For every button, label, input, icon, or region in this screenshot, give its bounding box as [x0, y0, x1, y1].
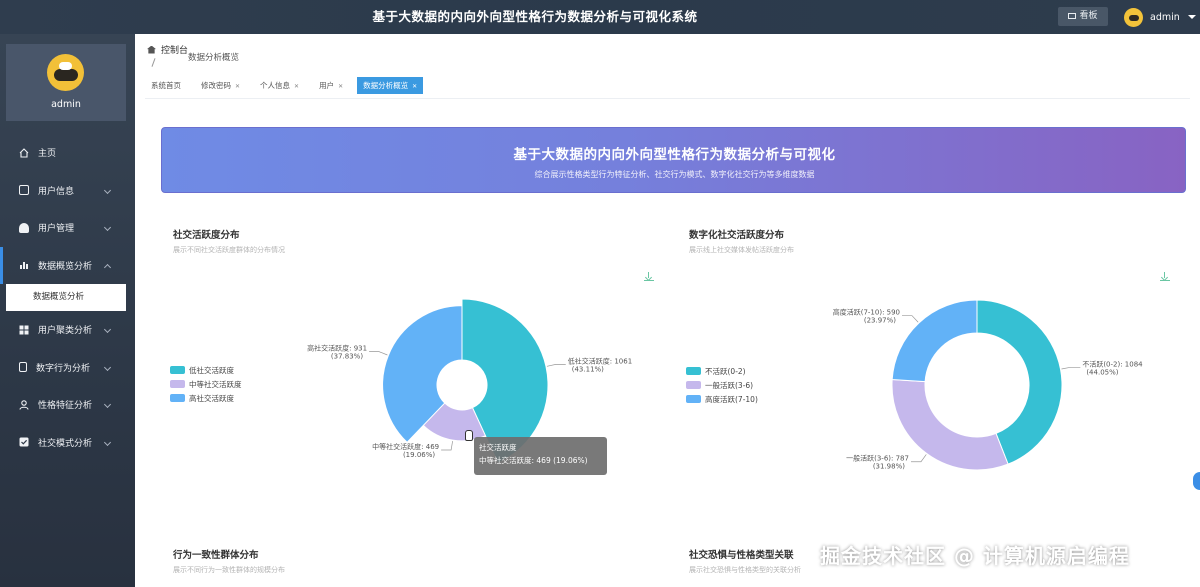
home-icon: [19, 147, 29, 158]
mouse-cursor: [465, 430, 473, 441]
sidebar-item-label: 性格特征分析: [38, 401, 93, 412]
avatar: [1124, 7, 1143, 27]
card-title-digital: 数字化社交活跃度分布: [689, 230, 785, 241]
chevron-down-icon: [103, 400, 112, 409]
label-leader-line: [546, 364, 566, 367]
data-label: 中等社交活跃度: 469: [372, 442, 439, 451]
chevron-down-icon: [103, 186, 112, 194]
sidebar-item-user-management[interactable]: 用户管理: [0, 209, 135, 247]
chevron-down-icon: [103, 438, 112, 446]
tooltip-title: 社交活跃度: [479, 443, 517, 452]
chevron-up-icon: [103, 263, 112, 271]
data-label-percent: (44.05%): [1086, 368, 1118, 376]
watermark: 掘金技术社区 @ 计算机源启编程: [820, 544, 1130, 568]
legend-swatch: [686, 381, 701, 389]
sidebar-item-user-cluster[interactable]: 用户聚类分析: [0, 311, 135, 349]
legend-swatch: [686, 395, 701, 403]
scroll-handle[interactable]: [1193, 472, 1200, 490]
main-content: 控制台 数据分析概览 系统首页 修改密码 ✕ 个人信息 ✕ 用户 ✕ 数据分析概览 ✕ …: [135, 34, 1200, 587]
legend-label: 不活跃(0-2): [705, 366, 746, 376]
avatar: [47, 54, 84, 91]
sidebar-item-label: 用户信息: [38, 186, 75, 197]
download-icon[interactable]: [1160, 272, 1170, 282]
legend-item[interactable]: 高度活跃(7-10): [686, 392, 758, 406]
card-subtitle-behavior: 展示不同行为一致性群体的规模分布: [173, 566, 285, 574]
legend-swatch: [686, 367, 701, 375]
user-card: admin: [6, 44, 126, 121]
data-label-percent: (19.06%): [403, 451, 435, 459]
sidebar-menu: 主页 用户信息 用户管理 数据概览分析 数据概览分析 用户聚类分析 数字行为分析…: [0, 134, 135, 461]
sidebar-item-label: 用户聚类分析: [38, 326, 93, 337]
card-title-fear: 社交恐惧与性格类型关联: [689, 550, 794, 561]
card-title-behavior: 行为一致性群体分布: [173, 550, 259, 561]
chart-tooltip: 社交活跃度 中等社交活跃度: 469 (19.06%): [474, 437, 607, 475]
legend-digital: 不活跃(0-2) 一般活跃(3-6) 高度活跃(7-10): [686, 364, 758, 406]
sidebar-item-home[interactable]: 主页: [0, 134, 135, 172]
monitor-icon: [1068, 13, 1077, 19]
data-label-percent: (37.83%): [331, 353, 363, 361]
sidebar-item-digital-behavior[interactable]: 数字行为分析: [0, 349, 135, 387]
label-leader-line: [441, 441, 453, 451]
legend-item[interactable]: 不活跃(0-2): [686, 364, 758, 378]
pie-slice: [891, 299, 978, 383]
person-icon: [19, 399, 29, 410]
data-label: 不活跃(0-2): 1084: [1082, 359, 1143, 368]
bar-chart-icon: [19, 260, 29, 270]
chevron-down-icon: [103, 363, 112, 371]
data-label-percent: (43.11%): [572, 365, 604, 373]
sidebar-username: admin: [51, 99, 81, 110]
rose-pie-chart: 低社交活跃度: 1061(43.11%) 中等社交活跃度: 469(19.06%)…: [307, 298, 1143, 471]
chevron-down-icon: [103, 325, 112, 334]
card-subtitle-digital: 展示线上社交媒体发帖活跃度分布: [689, 246, 794, 254]
data-label-percent: (23.97%): [864, 317, 896, 325]
sidebar-item-user-info[interactable]: 用户信息: [0, 172, 135, 210]
chevron-down-icon: [1187, 15, 1196, 19]
label-leader-line: [902, 315, 919, 323]
calendar-icon: [19, 185, 29, 196]
top-bar: 基于大数据的内向外向型性格行为数据分析与可视化系统 看板 admin: [0, 0, 1200, 34]
sidebar-item-label: 主页: [38, 149, 57, 160]
legend-item[interactable]: 一般活跃(3-6): [686, 378, 758, 392]
sidebar-item-data-overview[interactable]: 数据概览分析: [0, 246, 135, 284]
card-subtitle-fear: 展示社交恐惧与性格类型的关联分析: [689, 566, 801, 574]
sidebar-item-label: 用户管理: [38, 224, 75, 235]
legend-label: 一般活跃(3-6): [705, 380, 754, 390]
label-leader-line: [1061, 366, 1081, 370]
app-title: 基于大数据的内向外向型性格行为数据分析与可视化系统: [372, 9, 698, 24]
top-username: admin: [1150, 11, 1180, 23]
sidebar: admin 主页 用户信息 用户管理 数据概览分析 数据概览分析 用户聚类分析 …: [0, 34, 135, 587]
data-label: 低社交活跃度: 1061: [568, 356, 632, 365]
data-label-percent: (31.98%): [873, 463, 905, 471]
tooltip-line: 中等社交活跃度: 469 (19.06%): [479, 456, 588, 465]
label-leader-line: [369, 351, 388, 356]
legend-label: 高度活跃(7-10): [705, 394, 758, 404]
sidebar-subitem-data-overview[interactable]: 数据概览分析: [6, 284, 126, 311]
checkbox-icon: [19, 437, 29, 447]
label-leader-line: [910, 454, 927, 463]
user-menu[interactable]: admin: [1124, 6, 1196, 28]
pie-slice: [891, 378, 1009, 471]
phone-icon: [19, 362, 27, 373]
user-icon: [19, 222, 29, 233]
grid-icon: [19, 325, 29, 335]
chevron-down-icon: [103, 223, 112, 232]
data-label: 一般活跃(3-6): 787: [846, 454, 909, 463]
sidebar-item-label: 数字行为分析: [36, 363, 91, 374]
kanban-button[interactable]: 看板: [1058, 7, 1108, 26]
data-label: 高社交活跃度: 931: [307, 344, 367, 353]
sidebar-item-personality[interactable]: 性格特征分析: [0, 386, 135, 424]
sidebar-item-social-pattern[interactable]: 社交模式分析: [0, 424, 135, 462]
kanban-label: 看板: [1079, 11, 1098, 21]
sidebar-item-label: 社交模式分析: [38, 438, 93, 449]
sidebar-item-label: 数据概览分析: [38, 261, 93, 272]
data-label: 高度活跃(7-10): 590: [833, 308, 900, 317]
